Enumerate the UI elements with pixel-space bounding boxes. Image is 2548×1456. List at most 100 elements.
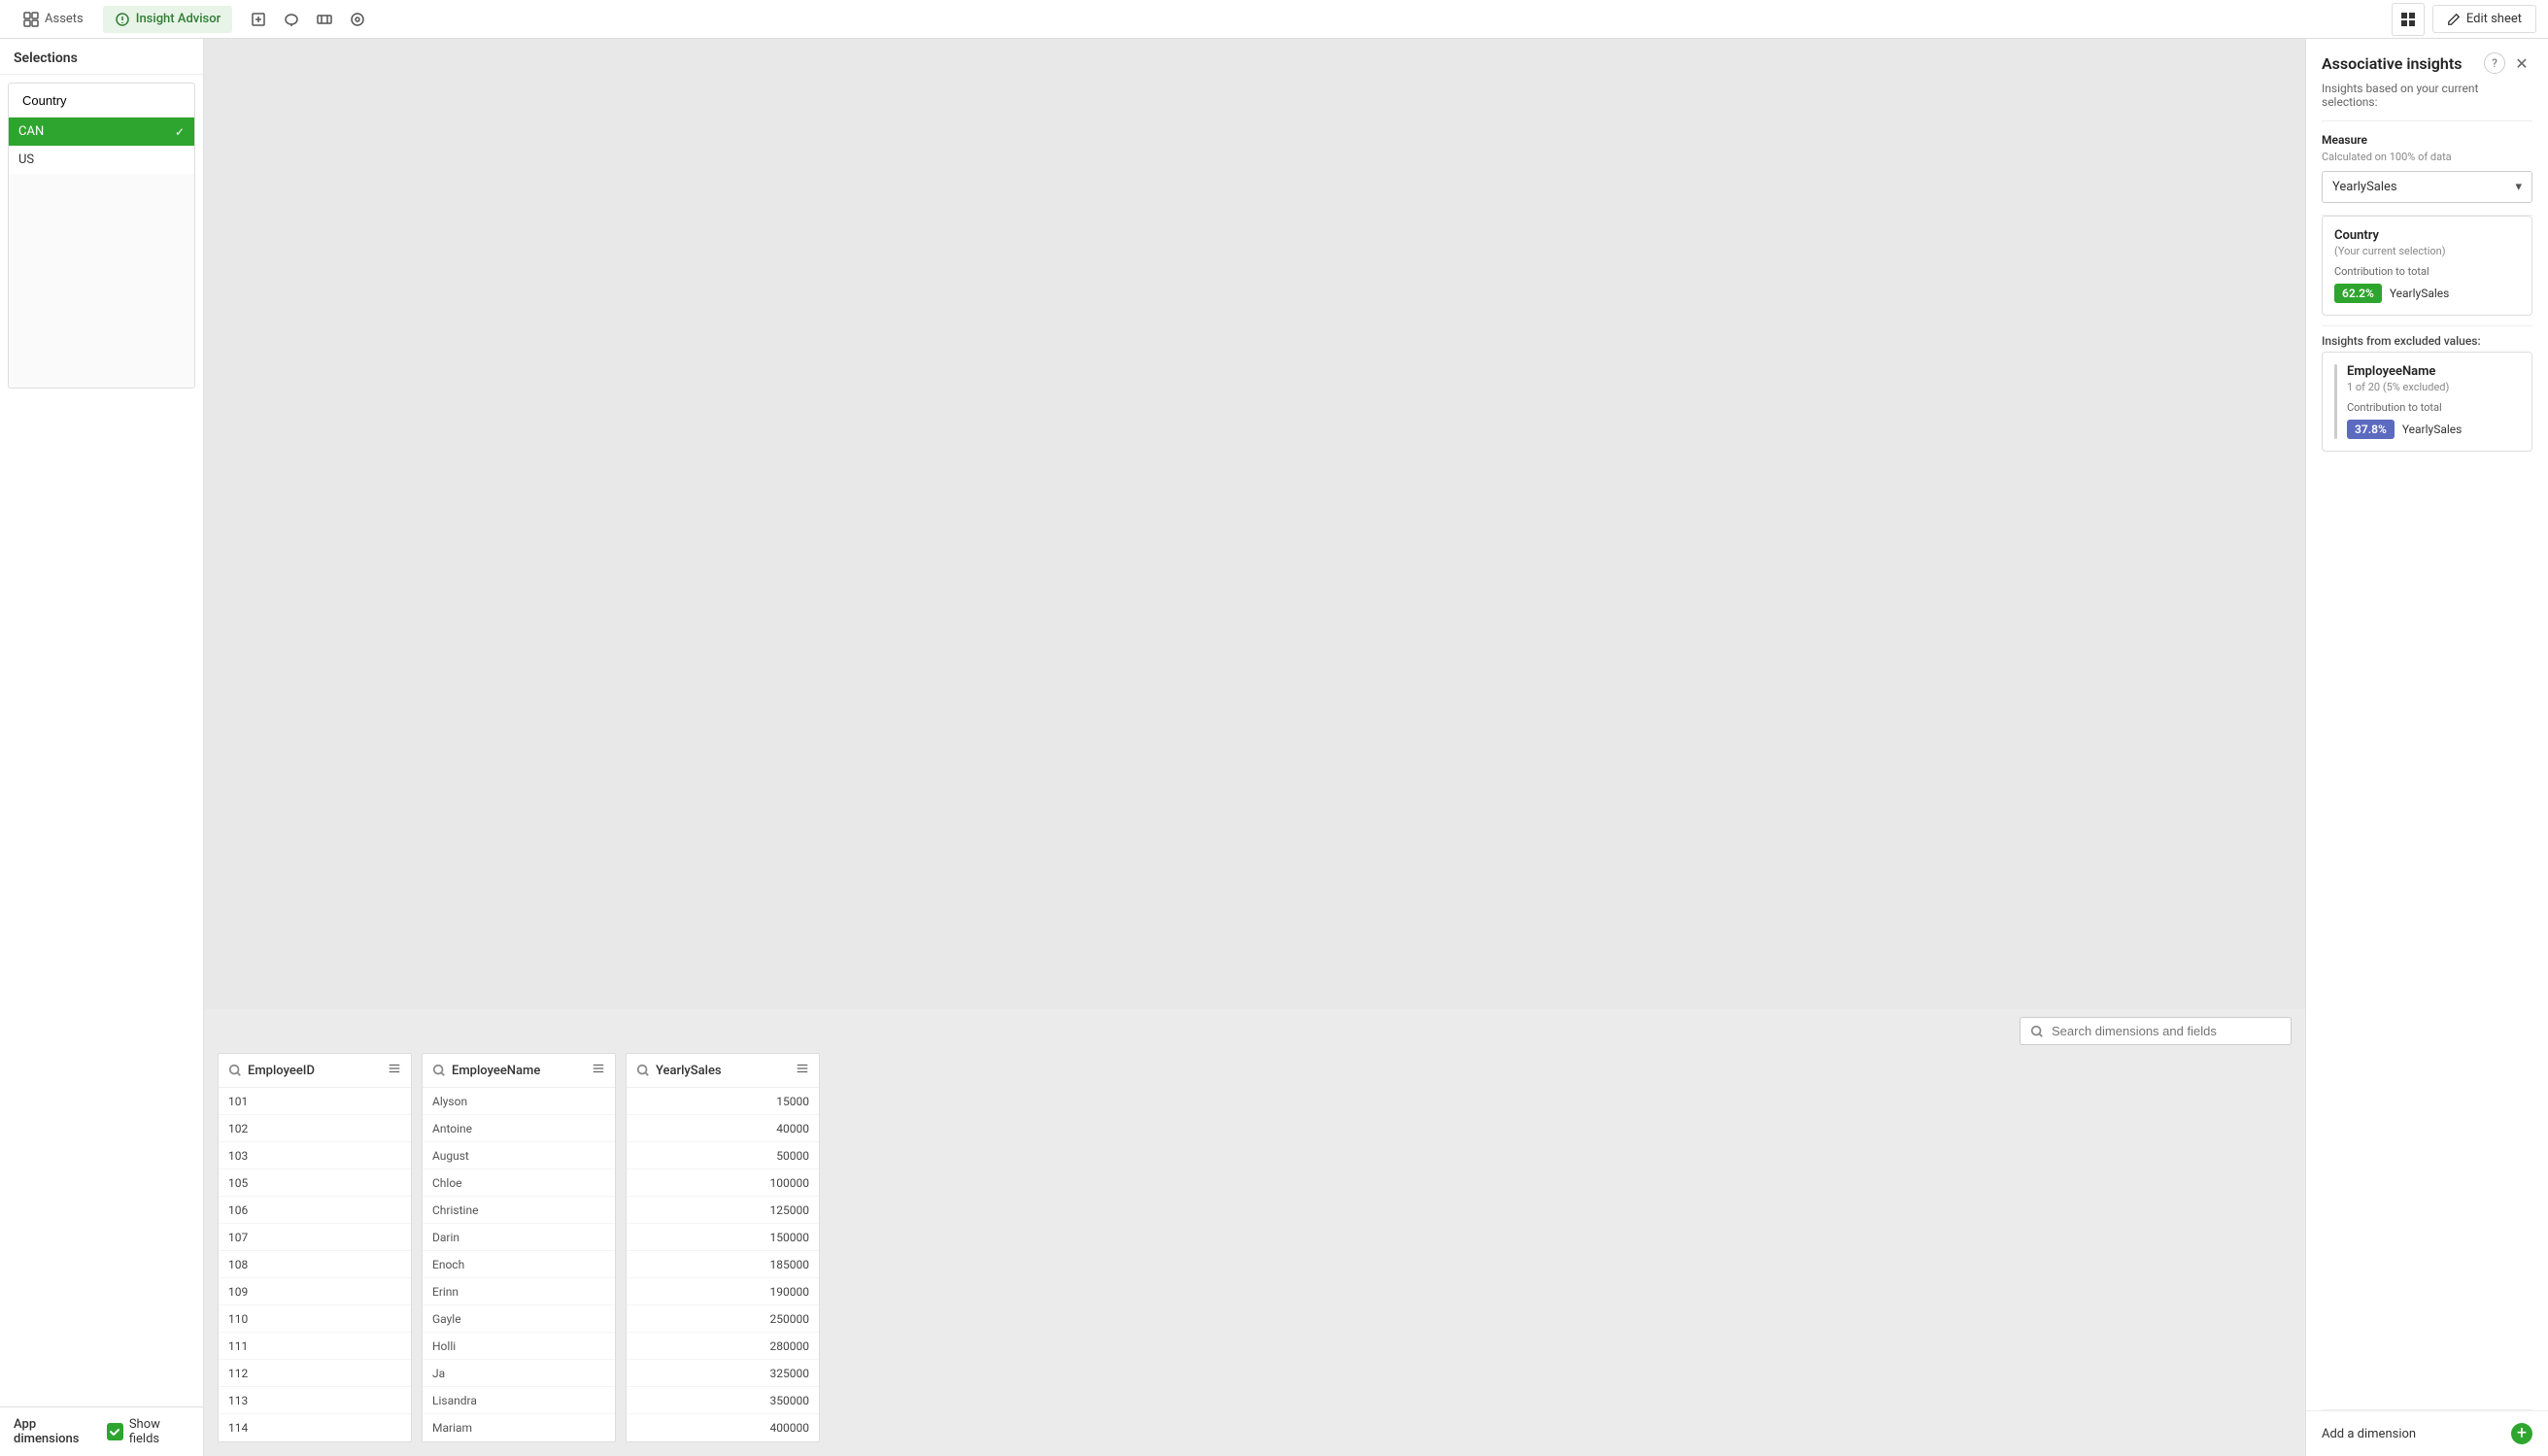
table-row: 111 — [219, 1333, 411, 1360]
selections-title: Selections — [14, 51, 78, 66]
grid-view-button[interactable] — [2392, 3, 2425, 36]
yearlysales-menu-btn[interactable] — [796, 1062, 809, 1079]
current-selection-contribution-label: Contribution to total — [2334, 265, 2520, 278]
table-row: 15000 — [627, 1088, 819, 1115]
table-row: 250000 — [627, 1305, 819, 1333]
employeename-menu-btn[interactable] — [592, 1062, 605, 1079]
table-row: Ja — [423, 1360, 615, 1387]
measure-dropdown-arrow: ▾ — [2515, 180, 2522, 194]
insights-close-button[interactable]: ✕ — [2511, 52, 2532, 74]
table-row: Gayle — [423, 1305, 615, 1333]
table-row: 50000 — [627, 1142, 819, 1169]
table-row: 280000 — [627, 1333, 819, 1360]
table-row: 113 — [219, 1387, 411, 1414]
range-tool[interactable] — [310, 5, 339, 34]
field-table-employeename: EmployeeName Alyson Antoine August Chloe… — [422, 1053, 616, 1442]
topbar: Assets Insight Advisor Edit sheet — [0, 0, 2548, 39]
table-row: Mariam — [423, 1414, 615, 1441]
current-selection-field: YearlySales — [2390, 287, 2450, 300]
field-table-employeeid-header: EmployeeID — [219, 1054, 411, 1088]
insight-advisor-tab-label: Insight Advisor — [136, 12, 221, 26]
selections-header: Selections — [0, 39, 203, 75]
field-table-employeeid: EmployeeID 101 102 103 105 106 107 108 1… — [218, 1053, 412, 1442]
filter-empty-area — [9, 174, 194, 388]
table-row: Alyson — [423, 1088, 615, 1115]
field-table-yearlysales: YearlySales 15000 40000 50000 100000 125… — [626, 1053, 820, 1442]
measure-value: YearlySales — [2332, 180, 2397, 194]
excluded-card-inner: EmployeeName 1 of 20 (5% excluded) Contr… — [2334, 364, 2520, 439]
show-fields-label: Show fields — [129, 1417, 189, 1446]
table-row: Darin — [423, 1224, 615, 1251]
table-row: 114 — [219, 1414, 411, 1441]
right-panel: Associative insights ? ✕ Insights based … — [2305, 39, 2548, 1456]
table-row: 110 — [219, 1305, 411, 1333]
field-table-yearlysales-header: YearlySales — [627, 1054, 819, 1088]
table-row: 325000 — [627, 1360, 819, 1387]
measure-dropdown[interactable]: YearlySales ▾ — [2322, 171, 2532, 203]
table-row: Enoch — [423, 1251, 615, 1278]
show-fields-checkbox[interactable] — [107, 1423, 123, 1440]
filter-pane: CAN ✓ US — [0, 75, 203, 1406]
measure-label: Measure — [2322, 133, 2532, 147]
current-selection-contribution-bar: 62.2% YearlySales — [2334, 284, 2520, 303]
excluded-card-contribution-bar: 37.8% YearlySales — [2347, 420, 2520, 439]
select-tool[interactable] — [244, 5, 273, 34]
insight-advisor-tab[interactable]: Insight Advisor — [103, 6, 232, 33]
employeeid-field-name: EmployeeID — [248, 1064, 382, 1078]
table-row: Holli — [423, 1333, 615, 1360]
insights-measure-section: Measure Calculated on 100% of data Yearl… — [2306, 121, 2548, 215]
fields-area: EmployeeID 101 102 103 105 106 107 108 1… — [204, 1009, 2305, 1456]
fields-search-bar — [204, 1009, 2305, 1053]
table-row: 185000 — [627, 1251, 819, 1278]
current-selection-card: Country (Your current selection) Contrib… — [2322, 216, 2532, 316]
table-row: Lisandra — [423, 1387, 615, 1414]
excluded-card-field: YearlySales — [2402, 423, 2463, 436]
insights-title: Associative insights — [2322, 54, 2462, 73]
table-row: Chloe — [423, 1169, 615, 1197]
main-layout: Selections CAN — [0, 39, 2548, 1456]
table-row: 103 — [219, 1142, 411, 1169]
excluded-card-title: EmployeeName — [2347, 364, 2520, 379]
employeeid-search-icon — [228, 1064, 242, 1077]
excluded-card-badge: 37.8% — [2347, 420, 2395, 439]
insights-info-button[interactable]: ? — [2484, 52, 2505, 74]
table-row: 112 — [219, 1360, 411, 1387]
edit-sheet-label: Edit sheet — [2466, 12, 2522, 26]
assets-tab[interactable]: Assets — [12, 6, 95, 33]
table-row: 100000 — [627, 1169, 819, 1197]
center-area: EmployeeID 101 102 103 105 106 107 108 1… — [204, 39, 2305, 1456]
fields-tables: EmployeeID 101 102 103 105 106 107 108 1… — [204, 1053, 2305, 1456]
filter-box: CAN ✓ US — [8, 83, 195, 389]
filter-checkmark-can: ✓ — [175, 125, 185, 139]
employeename-field-name: EmployeeName — [452, 1064, 586, 1078]
brush-tool[interactable] — [343, 5, 372, 34]
field-table-employeename-header: EmployeeName — [423, 1054, 615, 1088]
topbar-tools — [244, 5, 372, 34]
excluded-card-content: EmployeeName 1 of 20 (5% excluded) Contr… — [2347, 364, 2520, 439]
filter-item-can[interactable]: CAN ✓ — [9, 118, 194, 146]
table-row: 102 — [219, 1115, 411, 1142]
table-row: Erinn — [423, 1278, 615, 1305]
employeename-search-icon — [432, 1064, 446, 1077]
assets-tab-label: Assets — [45, 12, 84, 26]
measure-sublabel: Calculated on 100% of data — [2322, 151, 2532, 163]
excluded-card-contribution-label: Contribution to total — [2347, 401, 2520, 414]
table-row: 190000 — [627, 1278, 819, 1305]
edit-sheet-button[interactable]: Edit sheet — [2432, 5, 2536, 33]
excluded-card-subtitle: 1 of 20 (5% excluded) — [2347, 381, 2520, 393]
table-row: 350000 — [627, 1387, 819, 1414]
topbar-right: Edit sheet — [2392, 3, 2536, 36]
lasso-tool[interactable] — [277, 5, 306, 34]
fields-search-input[interactable] — [2052, 1024, 2281, 1038]
show-fields-toggle[interactable]: Show fields — [107, 1417, 189, 1446]
filter-value-us: US — [18, 152, 34, 167]
add-dimension-label: Add a dimension — [2322, 1427, 2416, 1441]
table-row: 109 — [219, 1278, 411, 1305]
employeeid-menu-btn[interactable] — [388, 1062, 401, 1079]
add-dimension-button[interactable]: + — [2511, 1423, 2532, 1444]
filter-item-us[interactable]: US — [9, 146, 194, 174]
filter-search-input[interactable] — [22, 93, 193, 108]
table-row: 107 — [219, 1224, 411, 1251]
add-dimension-row[interactable]: Add a dimension + — [2306, 1410, 2548, 1456]
filter-value-can: CAN — [18, 124, 44, 139]
